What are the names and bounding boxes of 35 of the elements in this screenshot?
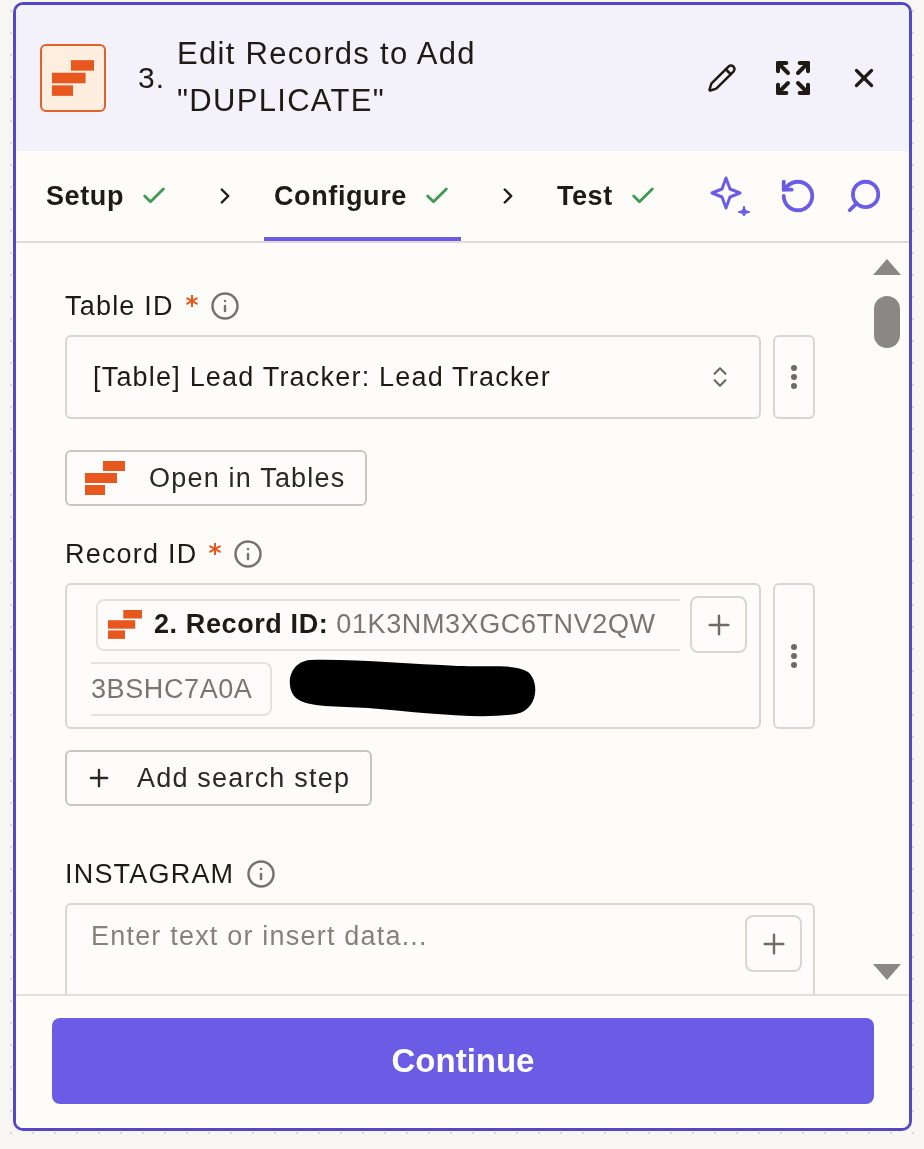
tables-logo-icon [85, 461, 125, 495]
scrollbar-thumb[interactable] [874, 296, 900, 348]
more-options-button[interactable] [773, 335, 815, 419]
vertical-dots-icon [791, 365, 798, 389]
step-title: Edit Records to Add "DUPLICATE" [177, 35, 477, 120]
search-icon[interactable] [845, 177, 883, 215]
scroll-down-arrow-icon[interactable] [872, 963, 902, 981]
info-icon[interactable] [209, 291, 240, 321]
step-number: 3. [138, 61, 166, 95]
continue-button[interactable]: Continue [52, 1018, 874, 1104]
undo-icon[interactable] [779, 177, 817, 215]
open-in-tables-button[interactable]: Open in Tables [65, 450, 368, 506]
expand-icon[interactable] [773, 58, 813, 98]
add-search-step-button[interactable]: Add search step [65, 750, 373, 806]
step-tab[interactable]: Test [546, 151, 667, 241]
scroll-up-arrow-icon[interactable] [872, 258, 902, 276]
table-select[interactable]: [Table] Lead Tracker: Lead Tracker [65, 335, 762, 419]
step-tab[interactable]: Setup [36, 151, 178, 241]
record-id-field[interactable]: 2. Record ID: 01K3NM3XGC6TNV2QW 3BSHC7A0A [65, 583, 762, 729]
field-label: Table ID [65, 290, 174, 322]
pencil-icon[interactable] [707, 63, 737, 93]
app-logo-icon [40, 44, 106, 112]
text-field[interactable]: Enter text or insert data... [65, 903, 815, 994]
data-chip-continuation[interactable]: 3BSHC7A0A [91, 662, 272, 716]
info-icon[interactable] [233, 539, 264, 569]
vertical-dots-icon [791, 644, 797, 668]
data-chip[interactable]: 2. Record ID: 01K3NM3XGC6TNV2QW [96, 598, 681, 651]
field-label: Record ID [65, 538, 198, 570]
insert-data-button[interactable] [690, 596, 748, 653]
info-icon[interactable] [246, 859, 277, 889]
step-tab[interactable]: Configure [264, 151, 461, 241]
tables-logo-icon [108, 610, 142, 639]
sparkle-icon[interactable] [709, 175, 751, 217]
field-label: INSTAGRAM [65, 858, 235, 890]
insert-data-button[interactable] [745, 915, 802, 972]
